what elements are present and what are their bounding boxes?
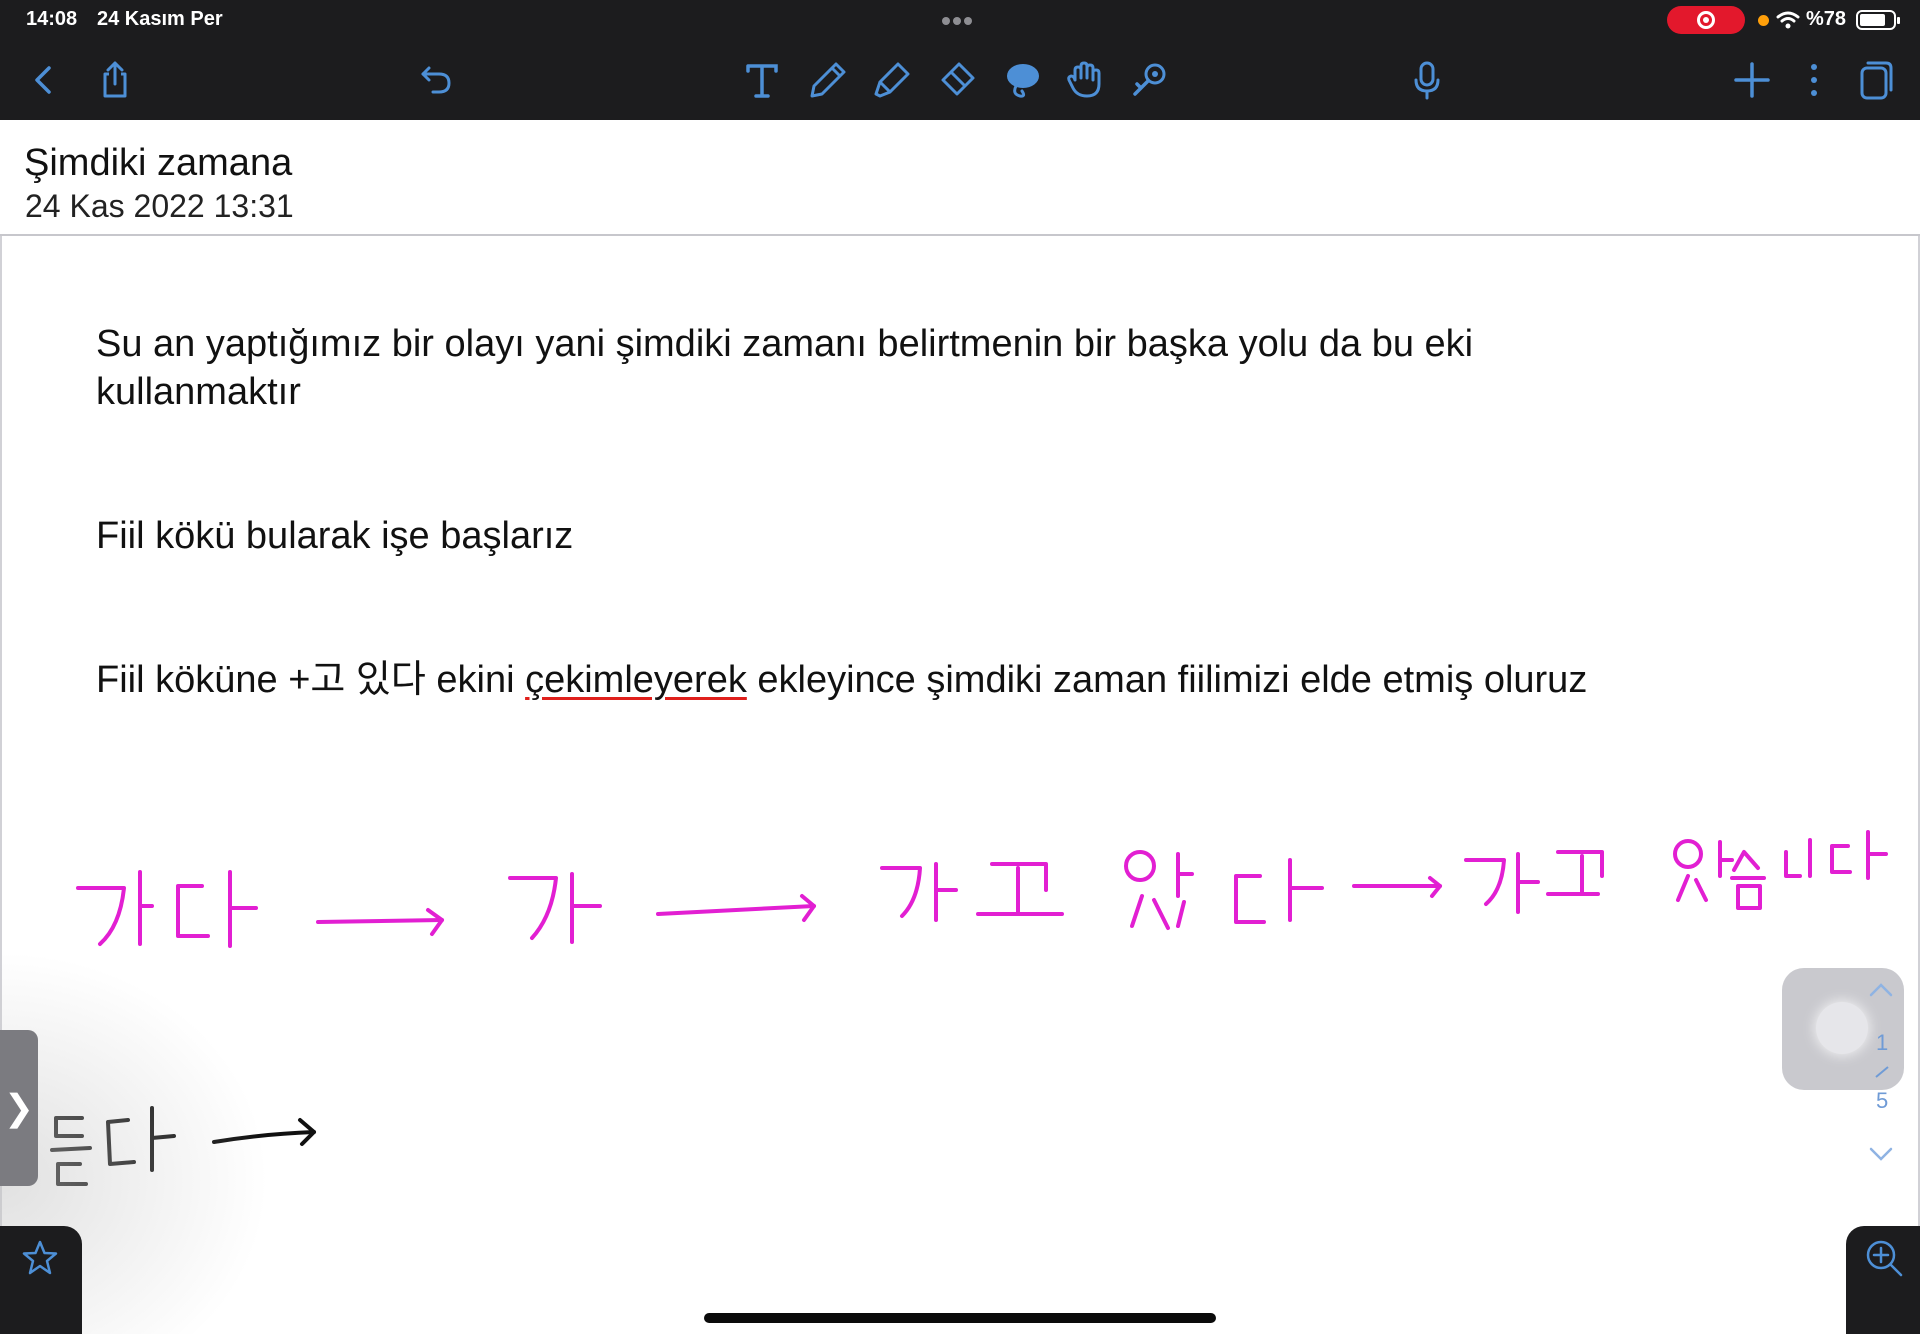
ink-arrow-1 [316,908,444,936]
chevron-right-icon: ❯ [3,1087,35,1128]
ink-word-gago-2 [1464,850,1604,914]
eraser-icon[interactable] [935,58,979,102]
ink-arrow-2 [656,894,816,922]
ink-word-itseumnida [1673,830,1888,910]
paragraph-3[interactable]: Fiil köküne +고 있다 ekini çekimleyerek ekl… [96,656,1587,704]
note-date: 24 Kas 2022 13:31 [25,188,294,224]
wifi-icon [1776,11,1800,29]
note-title[interactable]: Şimdiki zamana [24,142,292,185]
chevron-down-icon[interactable] [1868,1146,1894,1162]
laser-pointer-icon[interactable] [1127,58,1171,102]
text-tool-icon[interactable] [740,58,784,102]
zoom-in-icon [1866,1240,1903,1277]
page-separator [1875,1066,1889,1078]
home-indicator[interactable] [704,1313,1216,1323]
star-icon [22,1240,58,1275]
highlighter-icon[interactable] [870,58,914,102]
spellcheck-word[interactable]: çekimleyerek [525,659,747,701]
zoom-button[interactable] [1846,1226,1920,1334]
paragraph-3-end: ekleyince şimdiki zaman fiilimizi elde e… [746,659,1588,701]
battery-icon [1856,10,1900,30]
sidebar-toggle[interactable]: ❯ [0,1030,38,1186]
add-icon[interactable] [1730,58,1774,102]
ink-word-gago [880,862,1064,922]
lasso-icon[interactable] [1000,58,1044,102]
paragraph-1[interactable]: Su an yaptığımız bir olayı yani şimdiki … [96,320,1616,416]
back-icon[interactable] [22,58,66,102]
note-header: Şimdiki zamana 24 Kas 2022 13:31 [0,120,1920,236]
ink-arrow-3 [1352,876,1442,898]
status-bar: 14:08 24 Kasım Per %78 [0,0,1920,40]
hand-icon[interactable] [1063,58,1107,102]
record-icon [1697,11,1715,29]
more-icon[interactable] [1792,58,1836,102]
share-icon[interactable] [93,58,137,102]
status-time: 14:08 [26,8,78,30]
battery-percentage: %78 [1806,8,1847,30]
paragraph-2[interactable]: Fiil kökü bularak işe başlarız [96,512,573,560]
pages-icon[interactable] [1854,58,1898,102]
chevron-up-icon[interactable] [1868,982,1894,998]
favorite-button[interactable] [0,1226,82,1334]
mic-in-use-indicator [1758,15,1769,26]
page-current: 1 [1876,1030,1889,1055]
scroller-knob[interactable] [1816,1002,1868,1054]
toolbar [0,40,1920,120]
status-date: 24 Kasım Per [97,8,223,30]
undo-icon[interactable] [415,58,459,102]
ink-word-itda [1124,850,1324,930]
pen-icon[interactable] [806,58,850,102]
page-total: 5 [1876,1088,1889,1113]
note-page[interactable]: Su an yaptığımız bir olayı yani şimdiki … [0,236,1920,1334]
microphone-icon[interactable] [1405,58,1449,102]
screen-recording-indicator[interactable] [1667,6,1745,34]
paragraph-3-start: Fiil köküne +고 있다 ekini [96,659,526,701]
multitasking-dots[interactable] [942,12,978,26]
ink-word-gada [76,870,258,948]
ink-word-ga [508,872,602,944]
